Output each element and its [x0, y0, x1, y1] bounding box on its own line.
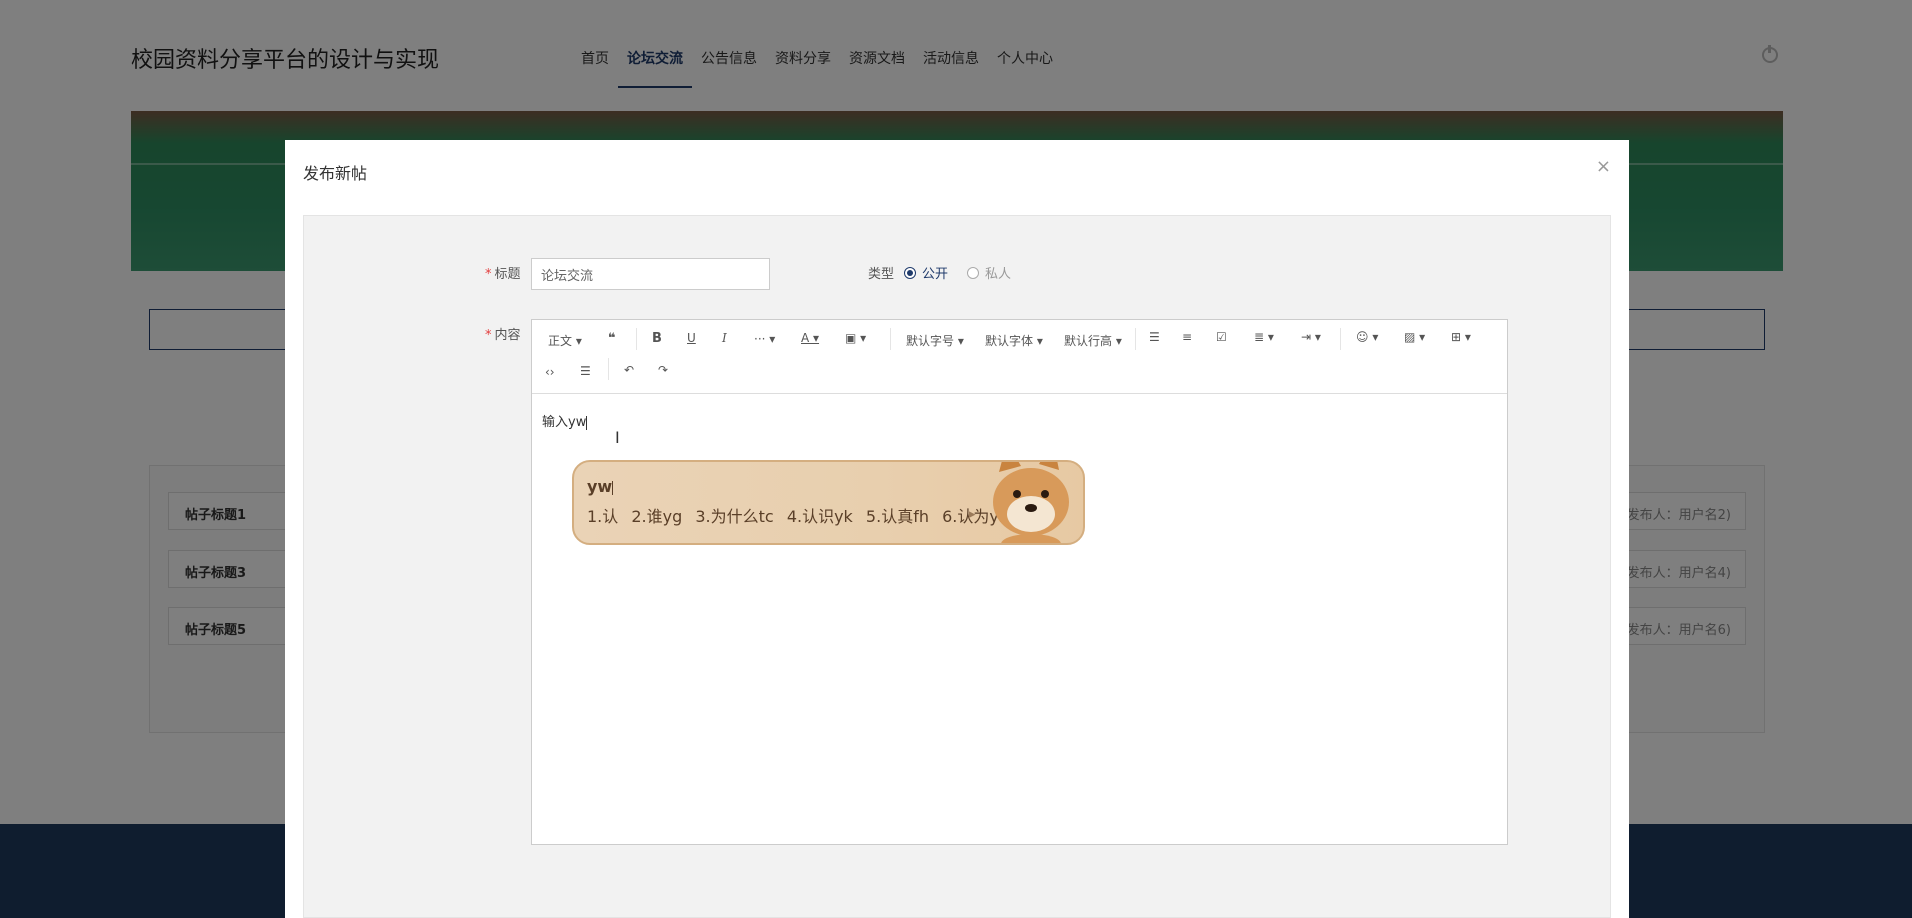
ime-candidates: 1.认 2.谁yg 3.为什么tc 4.认识yk 5.认真fh 6.认为yl: [587, 503, 1011, 527]
ime-candidate[interactable]: 2.谁yg: [631, 507, 682, 526]
shiba-dog-icon: [993, 462, 1069, 543]
title-input[interactable]: [531, 258, 770, 290]
title-label: * 标题: [485, 267, 521, 282]
paragraph-dropdown[interactable]: 正文 ▾: [548, 332, 582, 349]
ime-candidate[interactable]: 3.为什么tc: [695, 507, 773, 526]
divider-icon[interactable]: ☰: [580, 364, 591, 378]
quote-icon[interactable]: ❝: [608, 331, 616, 346]
font-size-dropdown[interactable]: 默认字号 ▾: [906, 332, 964, 349]
table-icon[interactable]: ⊞ ▾: [1451, 330, 1471, 344]
radio-public[interactable]: 公开: [904, 263, 948, 282]
ime-candidate[interactable]: 1.认: [587, 507, 618, 526]
todo-icon[interactable]: ☑: [1216, 330, 1227, 344]
bullet-list-icon[interactable]: ☰: [1149, 330, 1160, 344]
ime-candidate-popup[interactable]: yw 1.认 2.谁yg 3.为什么tc 4.认识yk 5.认真fh 6.认为y…: [572, 460, 1085, 545]
required-mark: *: [485, 267, 492, 282]
indent-icon[interactable]: ⇥ ▾: [1301, 330, 1321, 344]
italic-icon[interactable]: I: [722, 331, 727, 345]
text-caret: [586, 415, 588, 430]
redo-icon[interactable]: ↷: [658, 363, 668, 377]
line-height-dropdown[interactable]: 默认行高 ▾: [1064, 332, 1122, 349]
ime-candidate[interactable]: 5.认真fh: [866, 507, 929, 526]
underline-icon[interactable]: U: [687, 331, 696, 345]
modal-title: 发布新帖: [303, 164, 368, 183]
rich-text-editor[interactable]: 正文 ▾ ❝ B U I ··· ▾ A ▾ ▣ ▾ 默认字号 ▾ 默认字体 ▾…: [531, 319, 1508, 845]
bold-icon[interactable]: B: [652, 331, 662, 346]
editor-toolbar: 正文 ▾ ❝ B U I ··· ▾ A ▾ ▣ ▾ 默认字号 ▾ 默认字体 ▾…: [532, 320, 1507, 394]
font-family-dropdown[interactable]: 默认字体 ▾: [985, 332, 1043, 349]
numbered-list-icon[interactable]: ≡: [1182, 330, 1192, 344]
more-icon[interactable]: ··· ▾: [754, 332, 775, 346]
font-color-icon[interactable]: A ▾: [801, 331, 819, 345]
radio-private[interactable]: 私人: [967, 263, 1011, 282]
content-label: * 内容: [485, 328, 521, 343]
image-icon[interactable]: ▨ ▾: [1404, 330, 1425, 344]
ime-input-text: yw: [587, 477, 614, 496]
align-icon[interactable]: ≣ ▾: [1254, 330, 1274, 344]
required-mark: *: [485, 328, 492, 343]
undo-icon[interactable]: ↶: [624, 363, 634, 377]
emoji-icon[interactable]: ☺ ▾: [1356, 330, 1378, 344]
type-label: 类型: [868, 267, 895, 282]
editor-content[interactable]: 输入yw: [542, 411, 588, 430]
code-icon[interactable]: ‹›: [545, 365, 555, 379]
text-cursor-icon: I: [615, 428, 620, 447]
ime-candidate[interactable]: 4.认识yk: [787, 507, 853, 526]
radio-dot: [967, 266, 979, 279]
radio-dot: [904, 266, 916, 279]
background-color-icon[interactable]: ▣ ▾: [845, 331, 866, 345]
close-icon[interactable]: ×: [1596, 156, 1611, 177]
